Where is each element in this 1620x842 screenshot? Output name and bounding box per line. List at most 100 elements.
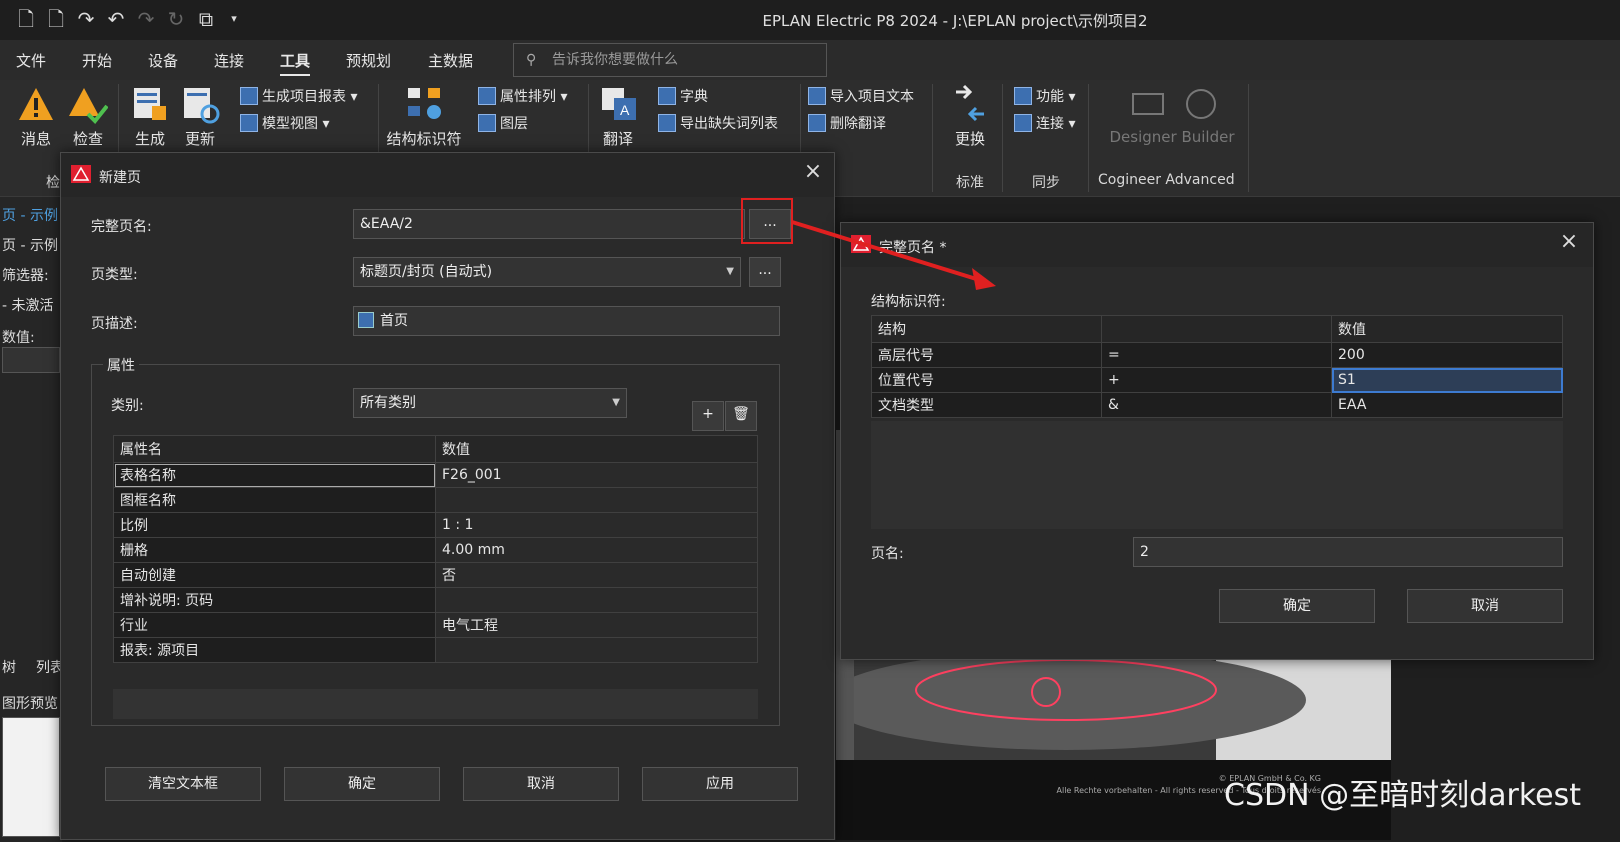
search-placeholder: 告诉我你想要做什么 <box>552 52 678 68</box>
table-row[interactable]: 增补说明: 页码 <box>113 587 758 613</box>
column-header-structure[interactable]: 结构 <box>871 315 1102 343</box>
page-nav-tab[interactable]: 页 - 示例 <box>2 205 58 225</box>
column-header-value[interactable]: 数值 <box>1331 315 1563 343</box>
messages-label: 消息 <box>20 130 51 148</box>
property-value-cell[interactable]: F26_001 <box>435 462 758 488</box>
table-row[interactable]: 行业 电气工程 <box>113 612 758 638</box>
menu-tools[interactable]: 工具 <box>280 50 311 76</box>
structure-cell[interactable]: 文档类型 <box>871 392 1102 418</box>
generate-project-report-button[interactable]: 生成项目报表 ▾ <box>240 86 357 106</box>
table-row[interactable]: 报表: 源项目 <box>113 637 758 663</box>
messages-button[interactable]: 消息 <box>14 84 58 149</box>
property-value-cell[interactable]: 否 <box>435 562 758 588</box>
menu-master-data[interactable]: 主数据 <box>428 50 473 71</box>
page-name-field[interactable]: 2 <box>1133 537 1563 567</box>
apply-button[interactable]: 应用 <box>642 767 798 801</box>
ok-button[interactable]: 确定 <box>284 767 440 801</box>
property-value-cell[interactable] <box>435 487 758 513</box>
structure-cell[interactable]: 位置代号 <box>871 367 1102 393</box>
dictionary-label: 字典 <box>680 89 708 105</box>
menu-file[interactable]: 文件 <box>16 50 46 71</box>
page-desc-field[interactable]: 首页 <box>353 306 780 336</box>
prefix-cell: = <box>1101 342 1332 368</box>
filter-value[interactable]: - 未激活 <box>2 295 54 315</box>
page-type-browse-button[interactable]: ... <box>749 257 781 287</box>
category-select[interactable]: 所有类别 ▼ <box>353 388 627 418</box>
model-view-icon <box>240 114 258 132</box>
designer-builder-button[interactable]: Designer Builder <box>1104 84 1240 146</box>
menu-preplan[interactable]: 预规划 <box>346 50 391 71</box>
replace-button[interactable]: 更换 <box>948 84 992 149</box>
cancel-button[interactable]: 取消 <box>463 767 619 801</box>
svg-text:A: A <box>620 102 630 118</box>
update-button[interactable]: 更新 <box>178 84 222 149</box>
menu-device[interactable]: 设备 <box>148 50 178 71</box>
table-row[interactable]: 图框名称 <box>113 487 758 513</box>
check-button[interactable]: 检查 <box>66 84 110 149</box>
delete-translation-button[interactable]: 删除翻译 <box>808 113 886 133</box>
ribbon-separator <box>1248 84 1249 192</box>
close-icon[interactable]: × <box>801 159 825 184</box>
column-header-value[interactable]: 数值 <box>435 435 758 463</box>
column-header-prefix[interactable] <box>1101 315 1332 343</box>
graphic-preview-label: 图形预览 <box>2 696 58 712</box>
property-name-cell[interactable]: 增补说明: 页码 <box>113 587 436 613</box>
property-value-cell[interactable]: 1 : 1 <box>435 512 758 538</box>
structure-identifier-button[interactable]: 结构标识符 <box>384 84 464 149</box>
property-name-cell[interactable]: 报表: 源项目 <box>113 637 436 663</box>
full-page-name-label: 完整页名: <box>91 219 152 235</box>
property-value-cell[interactable] <box>435 587 758 613</box>
model-view-label: 模型视图 <box>262 116 318 132</box>
function-sync-button[interactable]: 功能 ▾ <box>1014 86 1075 106</box>
dictionary-button[interactable]: 字典 <box>658 86 708 106</box>
property-arrangement-button[interactable]: 属性排列 ▾ <box>478 86 567 106</box>
connection-sync-button[interactable]: 连接 ▾ <box>1014 113 1075 133</box>
structure-cell[interactable]: 高层代号 <box>871 342 1102 368</box>
value-cell[interactable]: S1 <box>1331 367 1563 393</box>
property-name-cell[interactable]: 行业 <box>113 612 436 638</box>
menu-connect[interactable]: 连接 <box>214 50 244 71</box>
export-missing-words-button[interactable]: 导出缺失词列表 <box>658 113 778 133</box>
table-row[interactable]: 自动创建否 <box>113 562 758 588</box>
table-row[interactable]: 比例 1 : 1 <box>113 512 758 538</box>
add-property-button[interactable]: + <box>692 401 724 431</box>
cancel-button[interactable]: 取消 <box>1407 589 1563 623</box>
property-value-cell[interactable]: 电气工程 <box>435 612 758 638</box>
report-icon <box>240 87 258 105</box>
layer-button[interactable]: 图层 <box>478 113 528 133</box>
generate-button[interactable]: 生成 <box>128 84 172 149</box>
property-name-cell[interactable]: 栅格 <box>113 537 436 563</box>
property-name-cell[interactable]: 图框名称 <box>113 487 436 513</box>
close-icon[interactable]: × <box>1557 229 1581 254</box>
value-input[interactable] <box>2 347 60 373</box>
plus-icon: + <box>702 406 714 422</box>
table-row[interactable]: 栅格 4.00 mm <box>113 537 758 563</box>
property-value-cell[interactable]: 4.00 mm <box>435 537 758 563</box>
column-header-name[interactable]: 属性名 <box>113 435 436 463</box>
function-icon <box>1014 87 1032 105</box>
connection-icon <box>1014 114 1032 132</box>
value-cell[interactable]: 200 <box>1331 342 1563 368</box>
clear-text-button[interactable]: 清空文本框 <box>105 767 261 801</box>
table-row[interactable]: 位置代号 + S1 <box>871 367 1563 393</box>
tab-tree[interactable]: 树 <box>2 657 16 677</box>
model-view-button[interactable]: 模型视图 ▾ <box>240 113 329 133</box>
ok-button[interactable]: 确定 <box>1219 589 1375 623</box>
full-page-name-field[interactable]: &EAA/2 <box>353 209 745 239</box>
property-value-cell[interactable] <box>435 637 758 663</box>
page-type-select[interactable]: 标题页/封页 (自动式) ▼ <box>353 257 741 287</box>
property-name-cell[interactable]: 比例 <box>113 512 436 538</box>
update-label: 更新 <box>184 130 215 148</box>
table-row[interactable]: 表格名称 F26_001 <box>113 462 758 488</box>
table-row[interactable]: 高层代号 = 200 <box>871 342 1563 368</box>
delete-property-button[interactable]: 🗑 <box>725 401 757 431</box>
generate-project-report-label: 生成项目报表 <box>262 89 346 105</box>
property-name-cell[interactable]: 自动创建 <box>113 562 436 588</box>
value-cell[interactable]: EAA <box>1331 392 1563 418</box>
property-name-cell[interactable]: 表格名称 <box>113 462 436 488</box>
menu-start[interactable]: 开始 <box>82 50 112 71</box>
import-project-text-button[interactable]: 导入项目文本 <box>808 86 914 106</box>
translate-button[interactable]: A 翻译 <box>596 84 640 149</box>
search-input[interactable]: ⚲ 告诉我你想要做什么 <box>513 43 827 77</box>
table-row[interactable]: 文档类型 & EAA <box>871 392 1563 418</box>
